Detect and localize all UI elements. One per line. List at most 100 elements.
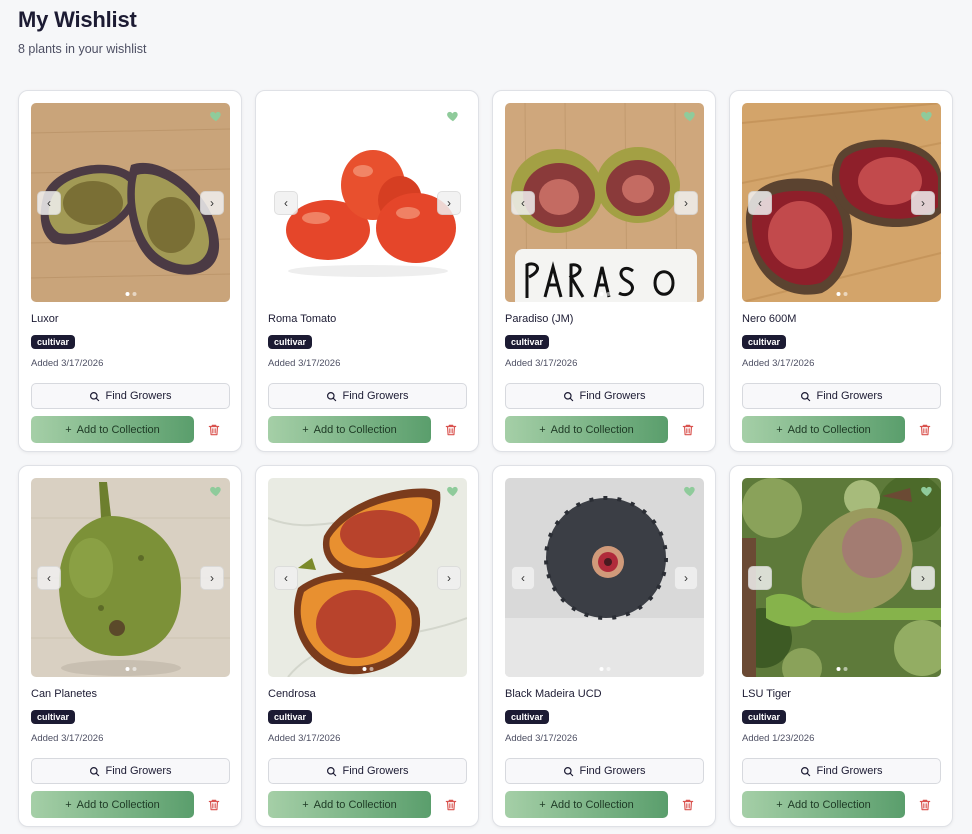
chevron-right-icon: ›: [684, 571, 688, 585]
plant-card: ‹ › Nero 600M cultivar Added 3/17/2026 F…: [729, 90, 953, 452]
search-icon: [801, 766, 811, 776]
image-pagination: [125, 292, 136, 296]
type-badge: cultivar: [505, 335, 550, 349]
pagination-dot[interactable]: [843, 292, 847, 296]
pagination-dot[interactable]: [132, 667, 136, 671]
image-pagination: [362, 667, 373, 671]
add-to-collection-button[interactable]: + Add to Collection: [742, 791, 905, 818]
next-image-button[interactable]: ›: [674, 566, 698, 590]
pagination-dot[interactable]: [125, 292, 129, 296]
previous-image-button[interactable]: ‹: [37, 566, 61, 590]
wishlist-grid: ‹ › Luxor cultivar Added 3/17/2026 Find …: [18, 90, 954, 827]
wishlist-count: 8 plants in your wishlist: [18, 42, 147, 56]
search-icon: [327, 391, 337, 401]
plant-photo: ‹ ›: [505, 103, 704, 302]
heart-icon[interactable]: [446, 109, 460, 123]
chevron-right-icon: ›: [921, 196, 925, 210]
trash-icon[interactable]: [207, 423, 221, 437]
plant-photo: ‹ ›: [742, 103, 941, 302]
trash-icon[interactable]: [444, 798, 458, 812]
add-to-collection-button[interactable]: + Add to Collection: [505, 791, 668, 818]
add-to-collection-button[interactable]: + Add to Collection: [31, 416, 194, 443]
trash-icon[interactable]: [681, 798, 695, 812]
find-growers-button[interactable]: Find Growers: [31, 383, 230, 409]
add-to-collection-button[interactable]: + Add to Collection: [742, 416, 905, 443]
previous-image-button[interactable]: ‹: [274, 566, 298, 590]
previous-image-button[interactable]: ‹: [748, 566, 772, 590]
type-badge: cultivar: [742, 335, 787, 349]
next-image-button[interactable]: ›: [437, 566, 461, 590]
trash-icon[interactable]: [681, 423, 695, 437]
trash-icon[interactable]: [207, 798, 221, 812]
trash-icon[interactable]: [444, 423, 458, 437]
trash-icon[interactable]: [918, 423, 932, 437]
add-to-collection-button[interactable]: + Add to Collection: [268, 791, 431, 818]
card-actions: + Add to Collection: [268, 416, 466, 443]
chevron-right-icon: ›: [921, 571, 925, 585]
pagination-dot[interactable]: [836, 667, 840, 671]
next-image-button[interactable]: ›: [674, 191, 698, 215]
next-image-button[interactable]: ›: [200, 191, 224, 215]
pagination-dot[interactable]: [599, 292, 603, 296]
plus-icon: +: [776, 798, 783, 811]
add-to-collection-button[interactable]: + Add to Collection: [31, 791, 194, 818]
heart-icon[interactable]: [683, 109, 697, 123]
find-growers-button[interactable]: Find Growers: [505, 383, 704, 409]
plant-card: ‹ › Paradiso (JM) cultivar Added 3/17/20…: [492, 90, 716, 452]
plant-card: ‹ › LSU Tiger cultivar Added 1/23/2026 F…: [729, 465, 953, 827]
plant-name: Nero 600M: [742, 313, 797, 325]
previous-image-button[interactable]: ‹: [748, 191, 772, 215]
next-image-button[interactable]: ›: [911, 566, 935, 590]
next-image-button[interactable]: ›: [437, 191, 461, 215]
find-growers-button[interactable]: Find Growers: [268, 758, 467, 784]
image-pagination: [362, 292, 373, 296]
find-growers-label: Find Growers: [105, 390, 172, 402]
chevron-right-icon: ›: [447, 571, 451, 585]
find-growers-label: Find Growers: [342, 765, 409, 777]
add-to-collection-label: Add to Collection: [787, 423, 871, 436]
heart-icon[interactable]: [446, 484, 460, 498]
plus-icon: +: [302, 423, 309, 436]
add-to-collection-button[interactable]: + Add to Collection: [268, 416, 431, 443]
previous-image-button[interactable]: ‹: [37, 191, 61, 215]
add-to-collection-label: Add to Collection: [787, 798, 871, 811]
added-date: Added 3/17/2026: [268, 358, 341, 369]
pagination-dot[interactable]: [606, 667, 610, 671]
find-growers-button[interactable]: Find Growers: [31, 758, 230, 784]
plant-name: Roma Tomato: [268, 313, 337, 325]
chevron-right-icon: ›: [684, 196, 688, 210]
heart-icon[interactable]: [209, 484, 223, 498]
pagination-dot[interactable]: [125, 667, 129, 671]
pagination-dot[interactable]: [369, 667, 373, 671]
plus-icon: +: [302, 798, 309, 811]
pagination-dot[interactable]: [843, 667, 847, 671]
trash-icon[interactable]: [918, 798, 932, 812]
find-growers-button[interactable]: Find Growers: [742, 758, 941, 784]
add-to-collection-button[interactable]: + Add to Collection: [505, 416, 668, 443]
find-growers-button[interactable]: Find Growers: [268, 383, 467, 409]
find-growers-button[interactable]: Find Growers: [505, 758, 704, 784]
heart-icon[interactable]: [209, 109, 223, 123]
add-to-collection-label: Add to Collection: [313, 798, 397, 811]
heart-icon[interactable]: [920, 484, 934, 498]
card-actions: + Add to Collection: [505, 791, 703, 818]
previous-image-button[interactable]: ‹: [274, 191, 298, 215]
pagination-dot[interactable]: [599, 667, 603, 671]
pagination-dot[interactable]: [369, 292, 373, 296]
chevron-left-icon: ‹: [758, 196, 762, 210]
pagination-dot[interactable]: [132, 292, 136, 296]
plant-photo: ‹ ›: [742, 478, 941, 677]
previous-image-button[interactable]: ‹: [511, 191, 535, 215]
next-image-button[interactable]: ›: [200, 566, 224, 590]
pagination-dot[interactable]: [362, 667, 366, 671]
pagination-dot[interactable]: [362, 292, 366, 296]
next-image-button[interactable]: ›: [911, 191, 935, 215]
plant-card: ‹ › Luxor cultivar Added 3/17/2026 Find …: [18, 90, 242, 452]
pagination-dot[interactable]: [606, 292, 610, 296]
pagination-dot[interactable]: [836, 292, 840, 296]
heart-icon[interactable]: [920, 109, 934, 123]
heart-icon[interactable]: [683, 484, 697, 498]
previous-image-button[interactable]: ‹: [511, 566, 535, 590]
find-growers-button[interactable]: Find Growers: [742, 383, 941, 409]
plant-photo: ‹ ›: [31, 103, 230, 302]
